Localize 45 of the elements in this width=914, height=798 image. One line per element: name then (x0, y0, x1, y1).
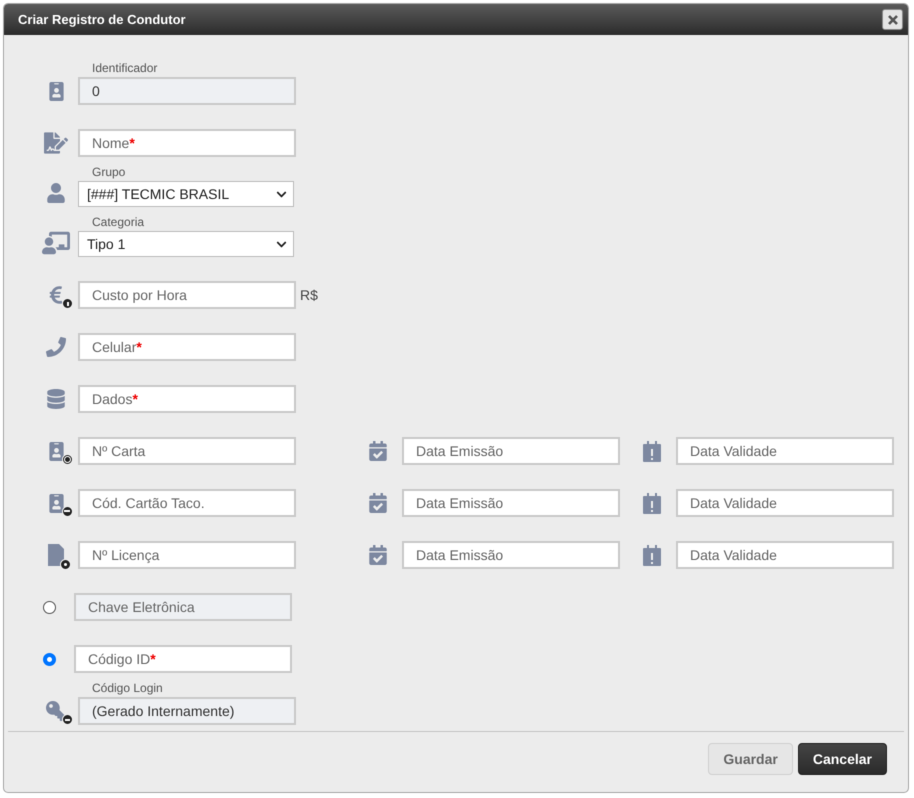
signature-icon (44, 131, 68, 155)
chevron-down-icon (276, 238, 287, 250)
calendar-check-icon (368, 545, 388, 565)
radio-button[interactable] (43, 652, 56, 666)
input-field[interactable]: Cód. Cartão Taco. (78, 489, 296, 517)
field-label: Grupo (91, 165, 126, 181)
input-field[interactable]: Código ID* (74, 645, 292, 673)
cancel-button[interactable]: Cancelar (798, 743, 887, 775)
field-label: Categoria (91, 215, 146, 231)
save-button[interactable]: Guardar (708, 743, 793, 775)
id-badge-icon (46, 82, 66, 100)
calendar-check-icon (368, 493, 388, 513)
user-icon (46, 183, 66, 203)
calendar-alert-icon (643, 440, 661, 462)
calendar-alert-icon (643, 544, 661, 566)
certificate-file-icon (48, 544, 71, 570)
close-button[interactable] (882, 9, 903, 30)
input-field[interactable]: Nº Carta (78, 437, 296, 465)
calendar-alert-icon (643, 492, 661, 514)
input-field[interactable]: Nº Licença (78, 541, 296, 569)
database-icon (46, 389, 66, 409)
dropdown[interactable]: [###] TECMIC BRASIL (78, 181, 294, 207)
input-field[interactable]: Nome* (78, 129, 296, 157)
window-title: Criar Registro de Condutor (18, 12, 186, 27)
input-field[interactable]: Dados* (78, 385, 296, 413)
phone-icon (46, 337, 66, 357)
currency-label: R$ (300, 287, 318, 303)
field-label: Código Login (91, 681, 164, 697)
id-steering-icon (46, 442, 72, 464)
date-field[interactable]: Data Validade (676, 489, 894, 517)
field-label: Identificador (91, 61, 158, 77)
calendar-check-icon (368, 441, 388, 461)
date-field[interactable]: Data Emissão (402, 437, 620, 465)
input-field[interactable]: Celular* (78, 333, 296, 361)
chevron-down-icon (276, 188, 287, 200)
date-field[interactable]: Data Validade (676, 437, 894, 465)
dropdown[interactable]: Tipo 1 (78, 231, 294, 257)
close-icon (888, 14, 898, 24)
date-field[interactable]: Data Emissão (402, 541, 620, 569)
id-card-icon (46, 494, 72, 516)
key-login-icon (46, 701, 73, 725)
input-field[interactable]: Custo por Hora (78, 281, 296, 309)
date-field[interactable]: Data Emissão (402, 489, 620, 517)
group-icon (42, 229, 70, 257)
date-field[interactable]: Data Validade (676, 541, 894, 569)
